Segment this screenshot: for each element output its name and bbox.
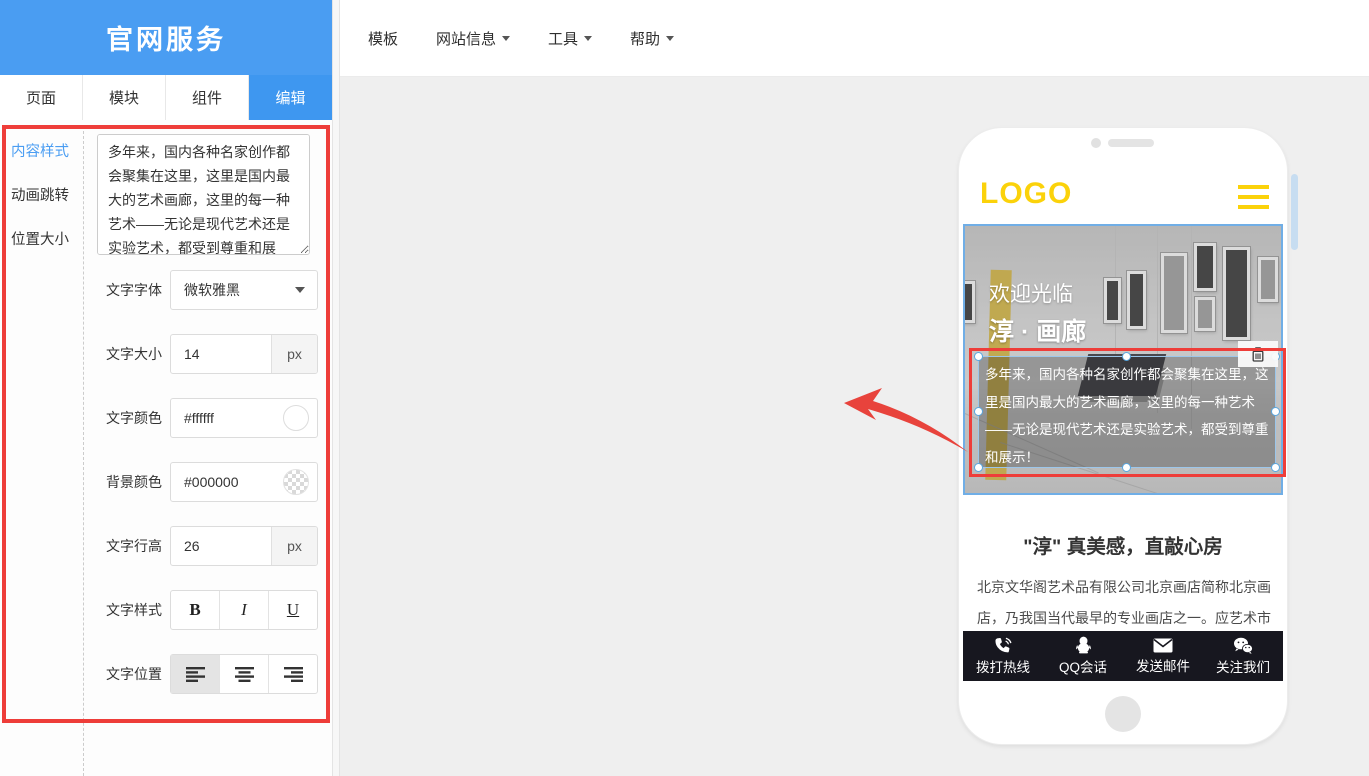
bg-color-swatch[interactable] — [283, 469, 309, 495]
align-right-button[interactable] — [269, 655, 317, 693]
mail-icon — [1153, 638, 1173, 653]
nav-site-info-label: 网站信息 — [436, 28, 496, 49]
qq-chat-label: QQ会话 — [1059, 656, 1107, 676]
sidebar-tabs: 页面 模块 组件 编辑 — [0, 75, 332, 120]
site-logo[interactable]: LOGO — [980, 177, 1072, 211]
font-size-unit: px — [271, 335, 317, 373]
preview-scrollbar[interactable] — [1291, 174, 1298, 250]
nav-help-label: 帮助 — [630, 28, 660, 49]
hamburger-menu-icon[interactable] — [1238, 185, 1269, 215]
selected-text-block[interactable]: 多年来，国内各种名家创作都会聚集在这里，这里是国内最大的艺术画廊，这里的每一种艺… — [978, 356, 1276, 468]
resize-handle-middle-left[interactable] — [974, 407, 983, 416]
phone-speaker-bar — [1108, 139, 1154, 147]
resize-handle-bottom-center[interactable] — [1122, 463, 1131, 472]
bold-button[interactable]: B — [171, 591, 220, 629]
panel-divider — [83, 126, 84, 776]
top-navigation: 模板 网站信息 工具 帮助 — [368, 0, 674, 77]
font-family-label: 文字字体 — [106, 270, 170, 310]
text-color-label: 文字颜色 — [106, 398, 170, 438]
resize-handle-middle-right[interactable] — [1271, 407, 1280, 416]
text-align-buttons — [170, 654, 318, 694]
chevron-down-icon — [584, 36, 592, 41]
bg-color-input[interactable]: #000000 — [170, 462, 318, 502]
text-style-label: 文字样式 — [106, 590, 170, 630]
font-size-label: 文字大小 — [106, 334, 170, 374]
line-height-value: 26 — [171, 538, 271, 554]
hero-welcome-text: 欢迎光临 — [989, 278, 1073, 308]
sidebar: 官网服务 页面 模块 组件 编辑 内容样式 动画跳转 位置大小 多年来，国内各种… — [0, 0, 332, 776]
nav-help[interactable]: 帮助 — [630, 28, 674, 49]
phone-icon — [994, 637, 1013, 654]
bg-color-label: 背景颜色 — [106, 462, 170, 502]
font-family-select[interactable]: 微软雅黑 — [170, 270, 318, 310]
align-center-icon — [235, 667, 254, 682]
text-color-swatch[interactable] — [283, 405, 309, 431]
nav-template-label: 模板 — [368, 28, 398, 49]
text-align-label: 文字位置 — [106, 654, 170, 694]
align-left-icon — [186, 667, 205, 682]
nav-tools-label: 工具 — [548, 28, 578, 49]
bg-color-value: #000000 — [171, 474, 283, 490]
qq-icon — [1075, 636, 1092, 654]
tab-page[interactable]: 页面 — [0, 75, 83, 120]
subnav-content-style[interactable]: 内容样式 — [11, 140, 69, 161]
trash-icon — [1251, 347, 1265, 362]
text-color-value: #ffffff — [171, 410, 283, 426]
line-height-unit: px — [271, 527, 317, 565]
app-title: 官网服务 — [106, 18, 226, 57]
line-height-input[interactable]: 26 px — [170, 526, 318, 566]
subnav-animation-jump[interactable]: 动画跳转 — [11, 184, 69, 205]
text-color-input[interactable]: #ffffff — [170, 398, 318, 438]
italic-button[interactable]: I — [220, 591, 269, 629]
call-hotline-label: 拨打热线 — [976, 656, 1030, 676]
chevron-down-icon — [502, 36, 510, 41]
resize-handle-top-center[interactable] — [1122, 352, 1131, 361]
resize-handle-bottom-left[interactable] — [974, 463, 983, 472]
chevron-down-icon — [666, 36, 674, 41]
website-builder-app: 官网服务 页面 模块 组件 编辑 内容样式 动画跳转 位置大小 多年来，国内各种… — [0, 0, 1369, 776]
align-right-icon — [284, 667, 303, 682]
chevron-down-icon — [295, 287, 305, 293]
line-height-label: 文字行高 — [106, 526, 170, 566]
nav-site-info[interactable]: 网站信息 — [436, 28, 510, 49]
font-family-value: 微软雅黑 — [171, 280, 295, 300]
hero-paragraph-text: 多年来，国内各种名家创作都会聚集在这里，这里是国内最大的艺术画廊，这里的每一种艺… — [979, 357, 1275, 471]
sidebar-header: 官网服务 — [0, 0, 332, 75]
underline-button[interactable]: U — [269, 591, 317, 629]
follow-us-button[interactable]: 关注我们 — [1203, 631, 1283, 681]
topbar: 模板 网站信息 工具 帮助 — [340, 0, 1369, 77]
tab-edit[interactable]: 编辑 — [249, 75, 332, 120]
resize-handle-bottom-right[interactable] — [1271, 463, 1280, 472]
send-mail-label: 发送邮件 — [1136, 655, 1190, 675]
align-center-button[interactable] — [220, 655, 269, 693]
phone-action-bar: 拨打热线 QQ会话 发送邮件 — [963, 631, 1283, 681]
nav-tools[interactable]: 工具 — [548, 28, 592, 49]
subnav-position-size[interactable]: 位置大小 — [11, 228, 69, 249]
font-size-input[interactable]: 14 px — [170, 334, 318, 374]
nav-template[interactable]: 模板 — [368, 28, 398, 49]
call-hotline-button[interactable]: 拨打热线 — [963, 631, 1043, 681]
tab-module[interactable]: 模块 — [83, 75, 166, 120]
tab-component[interactable]: 组件 — [166, 75, 249, 120]
hero-title-text: 淳 · 画廊 — [989, 312, 1086, 348]
align-left-button[interactable] — [171, 655, 220, 693]
phone-camera-dot — [1091, 138, 1101, 148]
follow-us-label: 关注我们 — [1216, 656, 1270, 676]
text-style-buttons: B I U — [170, 590, 318, 630]
wechat-icon — [1233, 637, 1253, 654]
content-text-input[interactable]: 多年来，国内各种名家创作都会聚集在这里，这里是国内最大的艺术画廊，这里的每一种艺… — [97, 134, 310, 255]
qq-chat-button[interactable]: QQ会话 — [1043, 631, 1123, 681]
section-heading: "淳" 真美感，直敲心房 — [958, 530, 1288, 559]
font-size-value: 14 — [171, 346, 271, 362]
phone-home-button[interactable] — [1105, 696, 1141, 732]
sidebar-scrollbar[interactable] — [332, 0, 340, 776]
delete-block-button[interactable] — [1238, 341, 1278, 367]
resize-handle-top-left[interactable] — [974, 352, 983, 361]
send-mail-button[interactable]: 发送邮件 — [1123, 631, 1203, 681]
